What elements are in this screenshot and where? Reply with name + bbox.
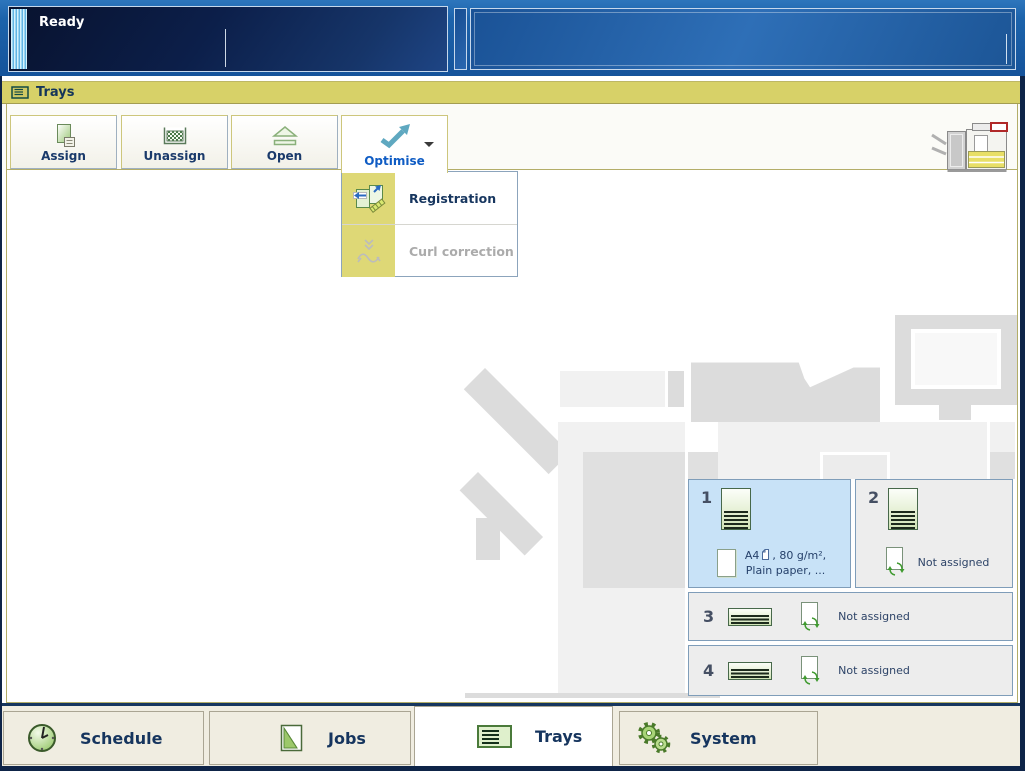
menu-item-registration-label: Registration (395, 172, 496, 224)
optimise-button-label: Optimise (364, 154, 425, 168)
tray-panel-1[interactable]: 1 A4 , 80 g/m², Plain paper, ... (688, 479, 851, 588)
menu-item-curl-correction-label: Curl correction (395, 225, 514, 277)
printer-illustration-feeder (691, 360, 880, 422)
tray-panel-4[interactable]: 4 Not assigned (688, 645, 1013, 696)
status-panel-divider (225, 29, 226, 67)
tab-jobs-label: Jobs (328, 729, 366, 748)
tray-3-status: Not assigned (838, 610, 910, 623)
tray-3-number: 3 (703, 607, 714, 626)
flat-paper-stack-icon (728, 608, 772, 626)
message-panel-divider (1006, 34, 1007, 64)
assign-button-label: Assign (41, 149, 86, 163)
unassign-tray-icon (160, 123, 190, 149)
printer-illustration-box (820, 452, 890, 479)
paper-stack-icon (721, 488, 751, 530)
curl-sheet-icon (354, 237, 384, 265)
tray-panel-3[interactable]: 3 Not assigned (688, 592, 1013, 641)
optimise-button[interactable]: Optimise (341, 115, 448, 173)
printer-illustration-monitor-stand (939, 405, 971, 420)
assign-page-icon (49, 123, 79, 149)
registration-icon-cell (342, 172, 395, 224)
narrow-blue-panel (454, 8, 467, 70)
tray-4-number: 4 (703, 661, 714, 680)
tab-trays-selected[interactable]: Trays (414, 706, 613, 766)
top-status-area: Ready (0, 0, 1025, 76)
document-icon (278, 723, 306, 753)
paper-tray-icon (477, 725, 513, 749)
not-assigned-icon (798, 655, 824, 687)
tray-4-status: Not assigned (838, 664, 910, 677)
tray-1-media-text: A4 , 80 g/m², Plain paper, ... (745, 548, 826, 578)
printer-illustration-block (668, 371, 684, 407)
not-assigned-icon (798, 601, 824, 633)
tray-2-status: Not assigned (918, 556, 990, 569)
menu-item-registration[interactable]: Registration (342, 172, 517, 224)
tab-schedule-label: Schedule (80, 729, 162, 748)
gears-icon (634, 721, 674, 755)
portrait-orientation-icon (760, 548, 771, 561)
tray-panel-2[interactable]: 2 Not assigned (855, 479, 1013, 588)
open-eject-icon (271, 123, 299, 149)
flat-paper-stack-icon (728, 662, 772, 680)
menu-item-curl-correction: Curl correction (342, 224, 517, 277)
printer-status-text: Ready (39, 15, 84, 30)
tray-1-media-type: Plain paper, ... (746, 564, 825, 577)
chevron-down-icon (424, 142, 434, 147)
tab-system[interactable]: System (619, 711, 818, 765)
message-panel (470, 8, 1016, 70)
tab-trays-label: Trays (535, 727, 582, 746)
page-title: Trays (36, 85, 74, 100)
printer-illustration-shadow (465, 693, 720, 698)
open-button[interactable]: Open (231, 115, 338, 169)
printer-illustration-block (688, 452, 718, 479)
clock-icon (26, 722, 58, 754)
assign-button[interactable]: Assign (10, 115, 117, 169)
tray-1-number: 1 (701, 488, 712, 507)
not-assigned-icon (883, 546, 909, 578)
unassign-button[interactable]: Unassign (121, 115, 228, 169)
open-button-label: Open (267, 149, 302, 163)
paper-preview-chip (717, 549, 736, 577)
paper-stack-icon (888, 488, 918, 530)
tray-1-media-size: A4 (745, 549, 760, 562)
curl-correction-icon-cell (342, 225, 395, 277)
trays-icon (11, 86, 29, 99)
printer-illustration-block (476, 518, 500, 560)
printer-status-indicator (930, 121, 1014, 177)
tab-schedule[interactable]: Schedule (3, 711, 204, 765)
printer-illustration-deck (560, 371, 665, 407)
optimise-check-arrow-icon (377, 123, 413, 149)
registration-pages-icon (351, 181, 387, 215)
tab-system-label: System (690, 729, 757, 748)
window-frame-bottom (0, 766, 1025, 771)
tray-2-number: 2 (868, 488, 879, 507)
tray-1-media-weight: , 80 g/m², (772, 549, 826, 562)
printer-illustration-body-left-dark (583, 452, 685, 588)
optimise-dropdown-menu: Registration Curl correction (341, 171, 518, 277)
unassign-button-label: Unassign (144, 149, 206, 163)
printer-illustration-block (990, 452, 1015, 479)
printer-controller-window: Ready Trays Assign (0, 0, 1025, 771)
status-stripe-decoration (11, 9, 27, 69)
printer-schematic-icon (930, 121, 1014, 173)
tab-jobs[interactable]: Jobs (209, 711, 411, 765)
status-panel: Ready (8, 6, 448, 72)
toolbar-separator (7, 169, 1017, 170)
section-title-bar: Trays (2, 81, 1020, 104)
window-frame-right (1020, 76, 1025, 766)
printer-illustration-monitor-screen (911, 329, 1001, 389)
